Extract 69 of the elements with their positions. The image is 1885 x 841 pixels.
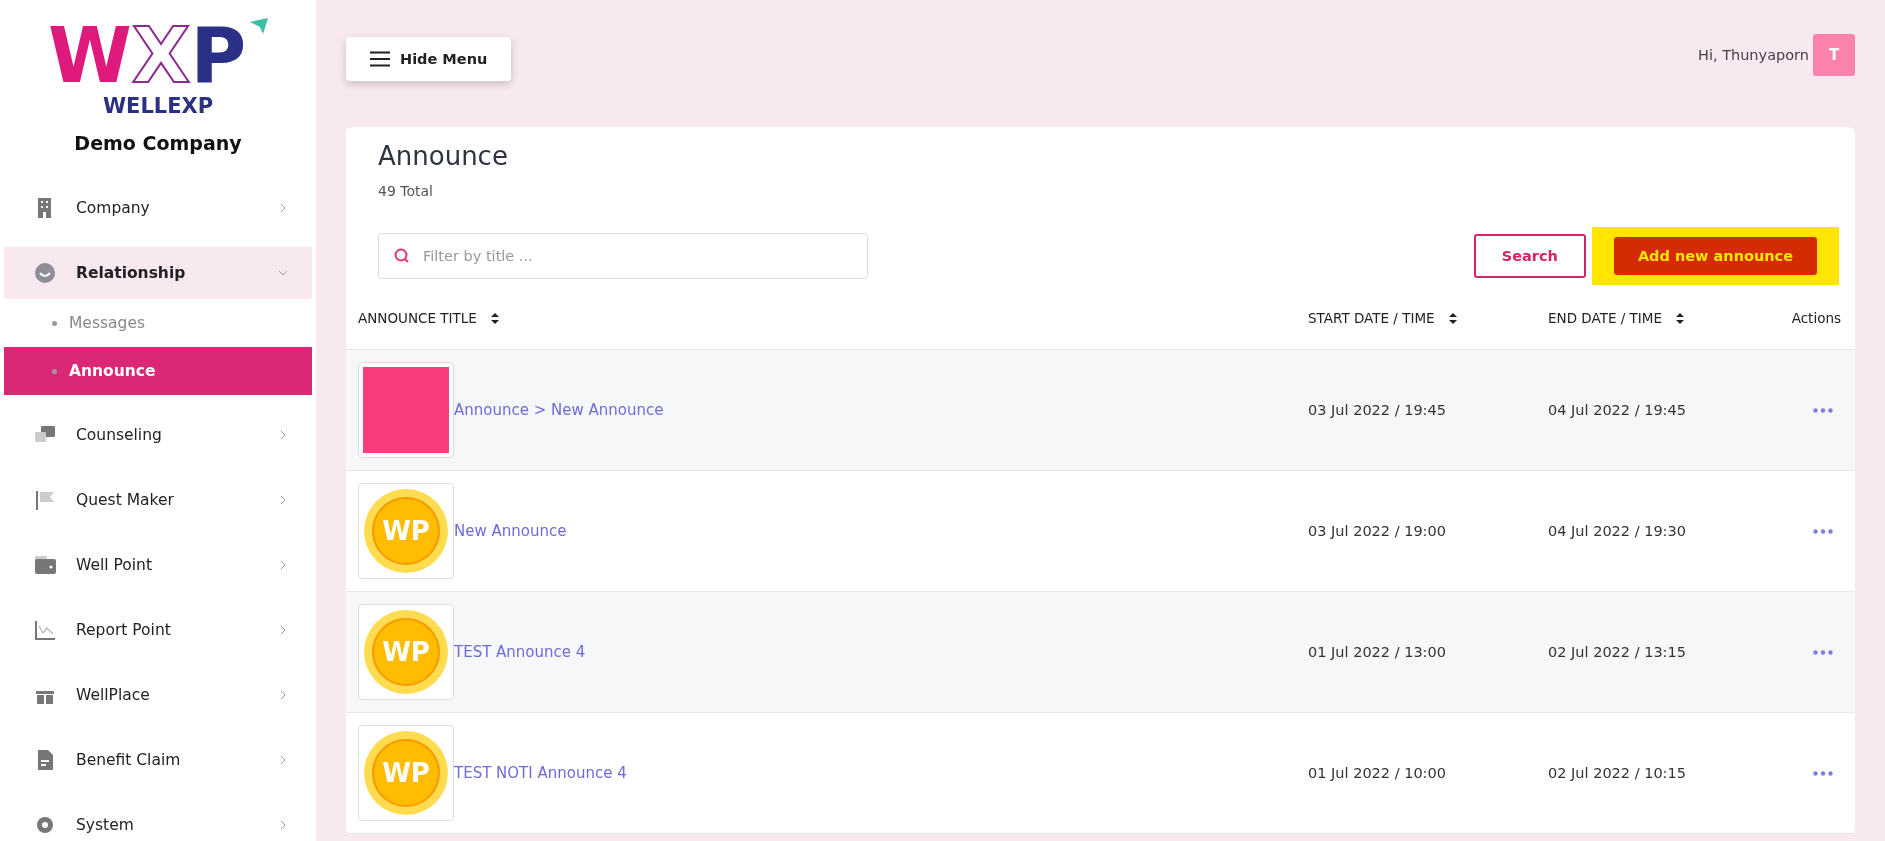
chart-icon	[34, 619, 56, 641]
total-count: 49 Total	[378, 183, 434, 199]
table-cell-text: 04 Jul 2022 / 19:45	[1548, 402, 1687, 418]
sidebar-item[interactable]: Report Point	[4, 604, 312, 656]
column-header[interactable]: START DATE / TIME	[1308, 310, 1548, 326]
chevron-right-icon	[278, 495, 288, 505]
announce-title-link[interactable]: TEST NOTI Announce 4	[454, 764, 627, 782]
flag-icon	[34, 489, 56, 511]
column-header[interactable]: ANNOUNCE TITLE	[346, 310, 1308, 326]
logo-letter: X	[131, 20, 191, 92]
paper-plane-icon	[250, 18, 269, 34]
more-options-icon[interactable]	[1813, 407, 1833, 413]
chevron-right-icon	[278, 820, 288, 830]
chevron-right-icon	[278, 430, 288, 440]
chevron-right-icon	[278, 203, 288, 213]
chevron-right-icon	[278, 625, 288, 635]
page-title: Announce	[378, 141, 509, 171]
table-cell-text: 03 Jul 2022 / 19:00	[1308, 523, 1447, 539]
coin-image: WP	[364, 489, 448, 573]
search-icon	[394, 248, 410, 264]
table-cell-text: 01 Jul 2022 / 10:00	[1308, 765, 1447, 781]
sidebar-item[interactable]: Well Point	[4, 539, 312, 591]
search-field[interactable]: Filter by title ...	[378, 233, 868, 279]
sort-icon	[1448, 312, 1457, 324]
sidebar-item[interactable]: Counseling	[4, 409, 312, 461]
company-name: Demo Company	[74, 132, 242, 154]
sidebar-subitem[interactable]: Announce	[4, 347, 312, 395]
gear-icon	[34, 814, 56, 836]
sidebar-item[interactable]: Quest Maker	[4, 474, 312, 526]
coin-image: WP	[364, 731, 448, 815]
coin-image: WP	[364, 610, 448, 694]
chevron-right-icon	[278, 690, 288, 700]
announce-title-link[interactable]: TEST Announce 4	[454, 643, 586, 661]
sidebar-item[interactable]: Benefit Claim	[4, 734, 312, 786]
table-cell-text: 04 Jul 2022 / 19:30	[1548, 523, 1687, 539]
sidebar-subitem[interactable]: Messages	[4, 299, 312, 347]
sort-icon	[1676, 312, 1684, 324]
sidebar-item[interactable]: Relationship	[4, 247, 312, 299]
logo-letter: P	[190, 20, 247, 92]
logo-wordmark: WELLEXP	[102, 94, 214, 118]
table-cell-text: 03 Jul 2022 / 19:45	[1308, 402, 1447, 418]
sidebar-item[interactable]: WellPlace	[4, 669, 312, 721]
announce-title-link[interactable]: Announce > New Announce	[454, 401, 664, 419]
add-announce-button[interactable]: Add new announce	[1613, 237, 1817, 275]
chevron-right-icon	[278, 560, 288, 570]
sort-icon	[490, 312, 499, 324]
table-row[interactable]: WP TEST Announce 4 01 Jul 2022 / 13:00 02 Jul 2022 / 13:15	[346, 592, 1855, 713]
more-options-icon[interactable]	[1813, 649, 1833, 655]
greeting-text: Hi, Thunyaporn	[1698, 47, 1809, 63]
smile-icon	[34, 262, 56, 284]
sidebar-item[interactable]: Company	[4, 182, 312, 234]
chevron-down-icon	[278, 268, 288, 278]
column-header[interactable]: END DATE / TIME	[1548, 310, 1768, 326]
more-options-icon[interactable]	[1813, 528, 1833, 534]
sidebar-item[interactable]: System	[4, 799, 312, 841]
column-header[interactable]: Actions	[1768, 310, 1855, 326]
wallet-icon	[34, 554, 56, 576]
more-options-icon[interactable]	[1813, 770, 1833, 776]
menu-icon	[370, 51, 390, 67]
chevron-right-icon	[278, 755, 288, 765]
announce-title-link[interactable]: New Announce	[454, 522, 567, 540]
table-row[interactable]: WP TEST NOTI Announce 4 01 Jul 2022 / 10:00 02 Jul 2022 / 10:15	[346, 713, 1855, 834]
table-cell-text: 02 Jul 2022 / 13:15	[1548, 644, 1687, 660]
logo-letter: W	[47, 20, 132, 92]
table-cell-text: 01 Jul 2022 / 13:00	[1308, 644, 1447, 660]
search-button[interactable]: Search	[1473, 234, 1586, 278]
hide-menu-button[interactable]: Hide Menu	[346, 37, 512, 81]
table-row[interactable]: Announce > New Announce 03 Jul 2022 / 19:45 04 Jul 2022 / 19:45	[346, 350, 1855, 471]
table-cell-text: 02 Jul 2022 / 10:15	[1548, 765, 1687, 781]
